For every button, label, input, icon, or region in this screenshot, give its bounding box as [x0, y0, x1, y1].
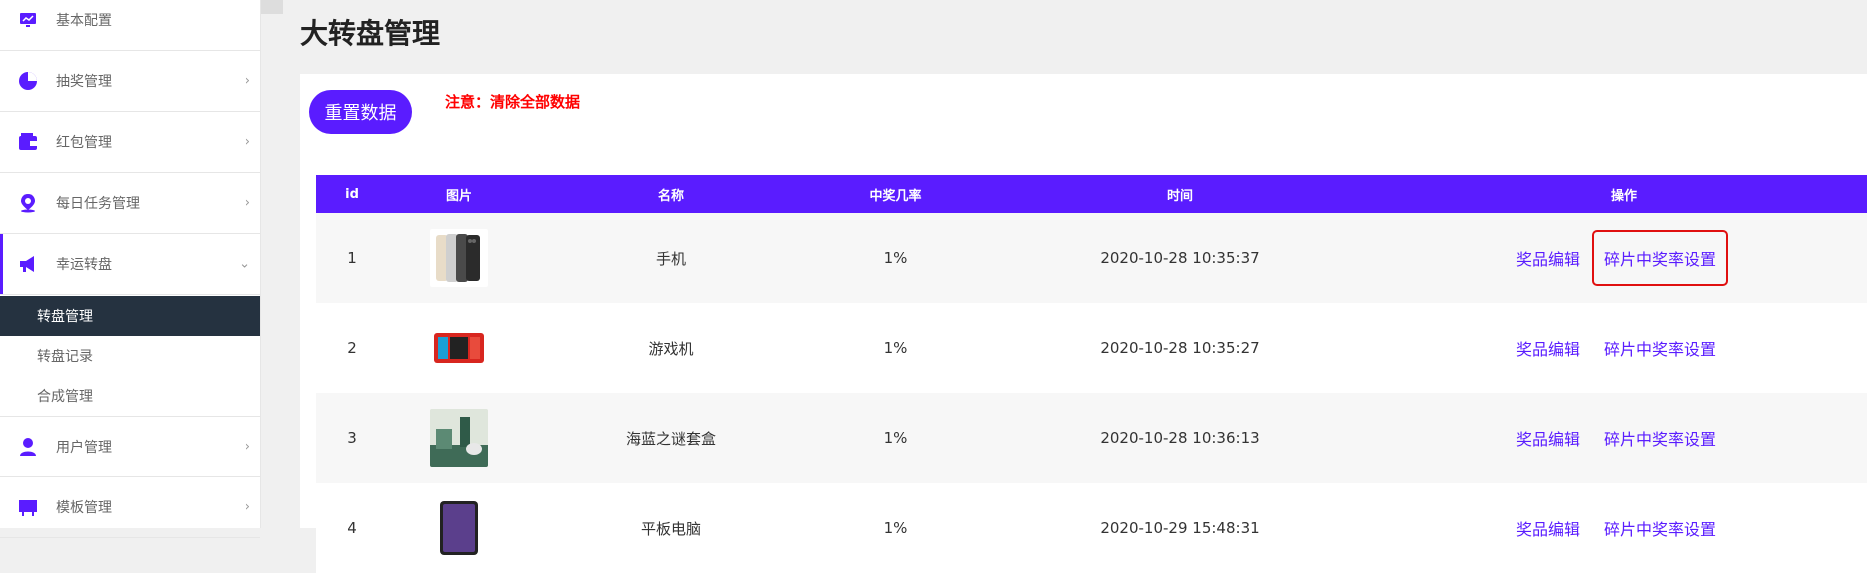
- sidebar-subitem-label: 合成管理: [37, 389, 93, 405]
- cell-rate: 1%: [812, 213, 979, 303]
- cell-time: 2020-10-28 10:35:27: [979, 303, 1381, 393]
- prize-table: id 图片 名称 中奖几率 时间 操作 1 手机 1% 2020-10-28 1…: [316, 175, 1867, 573]
- chevron-right-icon: ›: [244, 195, 250, 211]
- cell-rate: 1%: [812, 483, 979, 573]
- sidebar: 基本配置 抽奖管理 › 红包管理 › 每日任务管理 › 幸运转盘 ⌄ 转盘管理 …: [0, 0, 261, 538]
- table-row: 1 手机 1% 2020-10-28 10:35:37 奖品编辑 碎片中奖率设置: [316, 213, 1867, 303]
- column-header-time: 时间: [979, 175, 1381, 213]
- scrollbar[interactable]: [261, 0, 283, 14]
- cell-image: [388, 213, 530, 303]
- sidebar-item-label: 每日任务管理: [56, 196, 140, 212]
- sidebar-subitem-wheel-records[interactable]: 转盘记录: [0, 336, 260, 376]
- sidebar-item-daily-tasks[interactable]: 每日任务管理 ›: [0, 173, 260, 234]
- cell-name: 海蓝之谜套盒: [530, 393, 812, 483]
- table-header-row: id 图片 名称 中奖几率 时间 操作: [316, 175, 1867, 213]
- chevron-right-icon: ›: [244, 73, 250, 89]
- cell-id: 4: [316, 483, 388, 573]
- fragment-rate-settings-link[interactable]: 碎片中奖率设置: [1604, 336, 1716, 360]
- sidebar-subitem-wheel-management[interactable]: 转盘管理: [0, 296, 260, 336]
- cell-actions: 奖品编辑 碎片中奖率设置: [1381, 303, 1867, 393]
- column-header-id: id: [316, 175, 388, 213]
- sidebar-subitem-label: 转盘记录: [37, 349, 93, 365]
- chevron-right-icon: ›: [244, 439, 250, 454]
- cell-rate: 1%: [812, 303, 979, 393]
- cell-name: 游戏机: [530, 303, 812, 393]
- warning-text: 注意：清除全部数据: [445, 93, 581, 111]
- cell-id: 1: [316, 213, 388, 303]
- sidebar-subitem-label: 转盘管理: [37, 309, 93, 325]
- megaphone-icon: [18, 254, 38, 274]
- column-header-name: 名称: [530, 175, 812, 213]
- table-row: 4 平板电脑 1% 2020-10-29 15:48:31 奖品编辑 碎片中奖率…: [316, 483, 1867, 573]
- wallet-icon: [18, 132, 38, 152]
- chevron-right-icon: ›: [244, 134, 250, 150]
- cell-time: 2020-10-28 10:35:37: [979, 213, 1381, 303]
- cosmetics-box-image: [430, 409, 488, 467]
- template-icon: [18, 497, 38, 517]
- column-header-actions: 操作: [1381, 175, 1867, 213]
- cell-id: 2: [316, 303, 388, 393]
- map-pin-icon: [18, 193, 38, 213]
- column-header-rate: 中奖几率: [812, 175, 979, 213]
- table-row: 2 游戏机 1% 2020-10-28 10:35:27 奖品编辑 碎片中奖率设: [316, 303, 1867, 393]
- sidebar-item-red-packet[interactable]: 红包管理 ›: [0, 112, 260, 173]
- sidebar-item-label: 红包管理: [56, 135, 112, 151]
- cell-name: 平板电脑: [530, 483, 812, 573]
- page-title: 大转盘管理: [300, 17, 441, 50]
- cell-image: [388, 393, 530, 483]
- sidebar-item-label: 基本配置: [56, 13, 112, 29]
- cell-actions: 奖品编辑 碎片中奖率设置: [1381, 213, 1867, 303]
- table-row: 3 海蓝之谜套盒 1% 2020-10-28 10:36:13 奖品编辑 碎片中…: [316, 393, 1867, 483]
- sidebar-item-label: 模板管理: [56, 500, 112, 516]
- sidebar-item-basic-config[interactable]: 基本配置: [0, 0, 260, 51]
- cell-actions: 奖品编辑 碎片中奖率设置: [1381, 393, 1867, 483]
- sidebar-item-lottery[interactable]: 抽奖管理 ›: [0, 51, 260, 112]
- fragment-rate-settings-link[interactable]: 碎片中奖率设置: [1604, 516, 1716, 540]
- sidebar-item-label: 用户管理: [56, 439, 112, 456]
- chevron-down-icon: ⌄: [239, 256, 250, 272]
- sidebar-subitem-synthesis[interactable]: 合成管理: [0, 376, 260, 416]
- cell-image: [388, 483, 530, 573]
- sidebar-item-label: 幸运转盘: [56, 257, 112, 273]
- pie-chart-icon: [18, 71, 38, 91]
- cell-id: 3: [316, 393, 388, 483]
- phone-image: [430, 229, 488, 287]
- cell-time: 2020-10-29 15:48:31: [979, 483, 1381, 573]
- edit-prize-link[interactable]: 奖品编辑: [1516, 516, 1580, 540]
- column-header-image: 图片: [388, 175, 530, 213]
- chevron-right-icon: ›: [244, 499, 250, 515]
- cell-actions: 奖品编辑 碎片中奖率设置: [1381, 483, 1867, 573]
- cell-name: 手机: [530, 213, 812, 303]
- sidebar-item-users[interactable]: 用户管理 ›: [0, 416, 260, 477]
- dashboard-icon: [18, 10, 38, 30]
- edit-prize-link[interactable]: 奖品编辑: [1516, 246, 1580, 270]
- user-icon: [18, 437, 38, 457]
- game-console-image: [430, 319, 488, 377]
- fragment-rate-settings-link[interactable]: 碎片中奖率设置: [1591, 230, 1729, 286]
- sidebar-item-templates[interactable]: 模板管理 ›: [0, 477, 260, 538]
- cell-image: [388, 303, 530, 393]
- fragment-rate-settings-link[interactable]: 碎片中奖率设置: [1604, 426, 1716, 450]
- edit-prize-link[interactable]: 奖品编辑: [1516, 336, 1580, 360]
- tablet-image: [430, 499, 488, 557]
- edit-prize-link[interactable]: 奖品编辑: [1516, 426, 1580, 450]
- cell-rate: 1%: [812, 393, 979, 483]
- sidebar-item-lucky-wheel[interactable]: 幸运转盘 ⌄: [0, 234, 260, 295]
- sidebar-item-label: 抽奖管理: [56, 74, 112, 90]
- cell-time: 2020-10-28 10:36:13: [979, 393, 1381, 483]
- reset-data-button[interactable]: 重置数据: [309, 90, 412, 134]
